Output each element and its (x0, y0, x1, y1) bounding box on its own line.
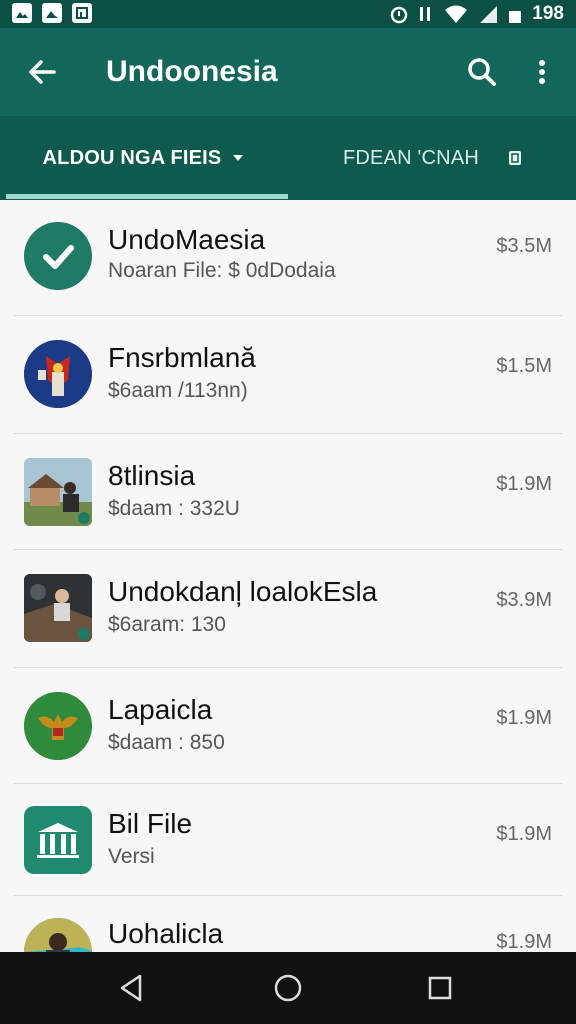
file-title: UndoMaesia (108, 224, 266, 255)
file-size: $3.5M (496, 235, 552, 257)
file-title: Uohalicla (108, 918, 224, 949)
list-item[interactable]: UndoMaesia Noaran File: $ 0dDodaia $3.5M (0, 200, 576, 316)
tab-label: ALDOU NGA FIEIS (42, 146, 222, 169)
gallery-icon (72, 3, 92, 23)
tab-all-files[interactable]: ALDOU NGA FIEIS (0, 116, 288, 200)
garuda-emblem-icon (24, 692, 92, 760)
photo-people-thumbnail (24, 574, 92, 642)
file-subtitle: $daam : 850 (108, 731, 225, 754)
image-icon (12, 3, 32, 23)
clock: 198 (532, 3, 564, 24)
triangle-back-icon (120, 974, 142, 1002)
tab-indicator (6, 194, 288, 199)
chevron-down-icon (233, 155, 244, 161)
tab-label: FDEAN 'CNAH (342, 146, 480, 169)
file-subtitle: $6aam /113nn) (108, 379, 248, 402)
photo-icon (42, 3, 62, 23)
list-item[interactable]: 8tlinsia $daam : 332U $1.9M (0, 434, 576, 550)
alarm-icon (391, 6, 408, 24)
file-subtitle: $6aram: 130 (108, 613, 226, 636)
tab-second[interactable]: FDEAN 'CNAH (288, 116, 576, 200)
circle-home-icon (274, 974, 302, 1002)
tab-bar: ALDOU NGA FIEIS FDEAN 'CNAH (0, 116, 576, 200)
page-title: Undoonesia (106, 55, 278, 88)
photo-house-thumbnail (24, 458, 92, 526)
app-bar: Undoonesia (0, 28, 576, 116)
file-size: $3.9M (496, 589, 552, 611)
file-subtitle: Versi (108, 845, 155, 868)
square-recents-icon (428, 976, 452, 1000)
file-title: 8tlinsia (108, 460, 196, 491)
battery-icon (509, 11, 522, 23)
list-item[interactable]: Uohalicla $1.9M (0, 896, 576, 952)
more-vert-icon (539, 60, 545, 84)
list-item[interactable]: Bil File Versi $1.9M (0, 784, 576, 896)
status-bar: 198 (0, 0, 576, 28)
back-arrow-icon (29, 60, 56, 84)
file-list: UndoMaesia Noaran File: $ 0dDodaia $3.5M… (0, 200, 576, 952)
building-icon (24, 806, 92, 874)
navigation-bar (0, 952, 576, 1024)
check-circle-icon (24, 222, 92, 290)
file-title: Bil File (108, 808, 193, 839)
wifi-icon (445, 5, 468, 23)
back-button[interactable] (22, 52, 62, 92)
file-size: $1.5M (496, 355, 552, 377)
file-subtitle: Noaran File: $ 0dDodaia (108, 259, 336, 282)
file-subtitle: $daam : 332U (108, 497, 240, 520)
tab-badge-icon (509, 151, 522, 165)
list-item[interactable]: Lapaicla $daam : 850 $1.9M (0, 668, 576, 784)
person-avatar-icon (24, 918, 92, 952)
nav-home-button[interactable] (270, 970, 306, 1006)
search-icon (468, 58, 496, 86)
file-title: Lapaicla (108, 694, 213, 725)
file-size: $1.9M (496, 931, 552, 952)
signal-icon (480, 6, 498, 23)
more-options-button[interactable] (526, 52, 558, 92)
file-size: $1.9M (496, 473, 552, 495)
nfc-icon (420, 7, 431, 21)
list-item[interactable]: Fnsrbmlană $6aam /113nn) $1.5M (0, 316, 576, 434)
nav-back-button[interactable] (114, 970, 150, 1006)
file-title: Fnsrbmlană (108, 342, 256, 373)
nav-recents-button[interactable] (422, 970, 458, 1006)
list-item[interactable]: Undokdanļ loalokEsla $6aram: 130 $3.9M (0, 550, 576, 668)
emblem-thumbnail-icon (24, 340, 92, 408)
file-size: $1.9M (496, 823, 552, 845)
file-size: $1.9M (496, 707, 552, 729)
search-button[interactable] (462, 52, 502, 92)
file-title: Undokdanļ loalokEsla (108, 576, 378, 607)
